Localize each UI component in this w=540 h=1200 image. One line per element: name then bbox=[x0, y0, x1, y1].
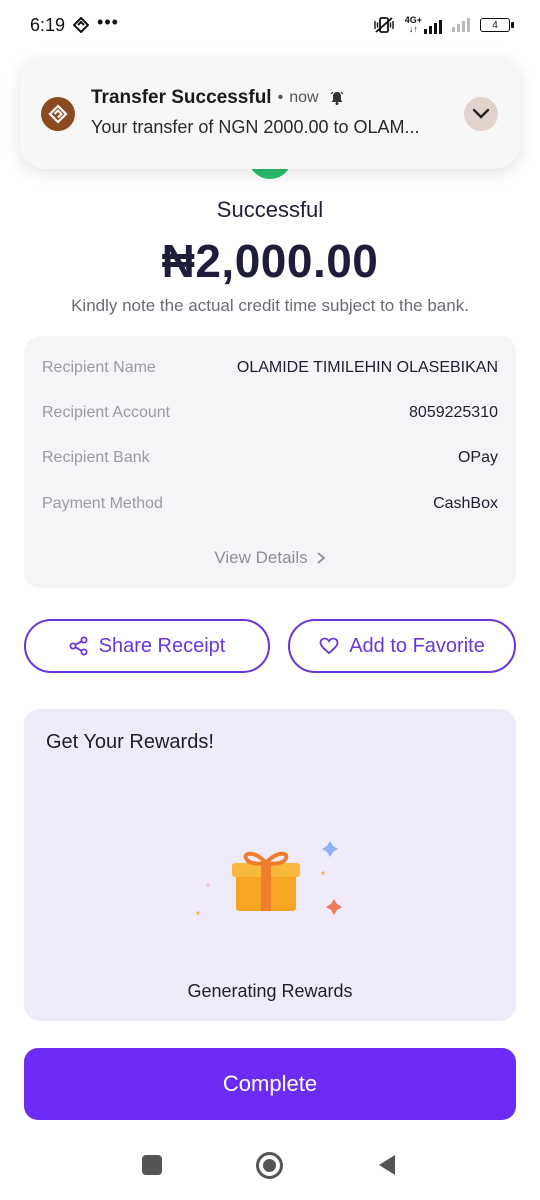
gift-icon bbox=[196, 841, 342, 915]
add-to-favorite-button[interactable]: Add to Favorite bbox=[288, 619, 516, 673]
detail-value: CashBox bbox=[433, 495, 498, 512]
detail-row: Recipient Account 8059225310 bbox=[42, 401, 498, 425]
notification-time: now bbox=[289, 89, 319, 106]
back-icon[interactable] bbox=[377, 1153, 397, 1177]
network-activity: ↓↑ bbox=[408, 24, 418, 34]
detail-row: Recipient Name OLAMIDE TIMILEHIN OLASEBI… bbox=[42, 356, 498, 380]
mobile-signal-1: 4G+ ↓↑ bbox=[405, 16, 442, 34]
share-receipt-button[interactable]: Share Receipt bbox=[24, 619, 270, 673]
notification-banner[interactable]: Transfer Successful • now Your transfer … bbox=[20, 57, 520, 169]
detail-row: Payment Method CashBox bbox=[42, 492, 498, 516]
rewards-status: Generating Rewards bbox=[187, 981, 353, 1001]
recents-icon[interactable] bbox=[142, 1155, 162, 1175]
detail-label: Recipient Name bbox=[42, 359, 156, 376]
share-receipt-label: Share Receipt bbox=[98, 634, 226, 657]
detail-label: Recipient Account bbox=[42, 404, 171, 421]
status-bar: 6:19 ••• 4G+ ↓↑ 4 bbox=[0, 0, 540, 50]
notification-separator: • bbox=[277, 89, 284, 106]
home-dot bbox=[263, 1159, 276, 1172]
transfer-details-card: Recipient Name OLAMIDE TIMILEHIN OLASEBI… bbox=[24, 336, 516, 588]
notification-body: Your transfer of NGN 2000.00 to OLAM... bbox=[91, 117, 420, 137]
status-overflow-icon: ••• bbox=[97, 11, 119, 32]
detail-value: OPay bbox=[457, 449, 498, 466]
status-left: 6:19 ••• bbox=[30, 11, 119, 36]
detail-label: Payment Method bbox=[42, 495, 163, 512]
battery-level: 4 bbox=[492, 19, 498, 31]
transfer-status: Successful bbox=[216, 197, 324, 222]
notification-title: Transfer Successful bbox=[91, 87, 272, 108]
detail-label: Recipient Bank bbox=[42, 449, 150, 466]
notification-header: Transfer Successful • now bbox=[91, 87, 345, 109]
detail-value: OLAMIDE TIMILEHIN OLASEBIKAN bbox=[236, 359, 498, 376]
vibrate-off-icon bbox=[374, 17, 394, 33]
chevron-right-icon bbox=[317, 552, 326, 564]
detail-row: Recipient Bank OPay bbox=[42, 446, 498, 470]
status-right: 4G+ ↓↑ 4 bbox=[373, 16, 514, 34]
add-to-favorite-label: Add to Favorite bbox=[349, 634, 485, 657]
bell-icon bbox=[330, 91, 343, 105]
complete-button[interactable]: Complete bbox=[24, 1048, 516, 1120]
view-details-label: View Details bbox=[214, 548, 308, 567]
home-icon[interactable] bbox=[256, 1152, 283, 1179]
signal-bars-icon bbox=[424, 20, 442, 34]
share-icon bbox=[69, 636, 88, 656]
rewards-title: Get Your Rewards! bbox=[46, 731, 214, 753]
transfer-amount: ₦2,000.00 bbox=[161, 235, 379, 287]
view-details-link[interactable]: View Details bbox=[24, 548, 516, 568]
system-nav-bar bbox=[0, 1140, 540, 1200]
battery-icon: 4 bbox=[480, 18, 514, 32]
opay-logo-icon bbox=[41, 97, 75, 131]
signal-bars-2-icon bbox=[452, 18, 470, 32]
detail-value: 8059225310 bbox=[409, 404, 498, 421]
complete-label: Complete bbox=[222, 1071, 318, 1096]
network-type: 4G+ ↓↑ bbox=[405, 16, 422, 34]
opay-status-icon bbox=[73, 17, 90, 33]
heart-icon bbox=[319, 637, 339, 655]
status-time: 6:19 bbox=[30, 14, 66, 35]
credit-time-note: Kindly note the actual credit time subje… bbox=[71, 296, 469, 315]
chevron-down-icon[interactable] bbox=[464, 97, 498, 131]
rewards-card: Get Your Rewards! Generating Rewards bbox=[24, 709, 516, 1021]
